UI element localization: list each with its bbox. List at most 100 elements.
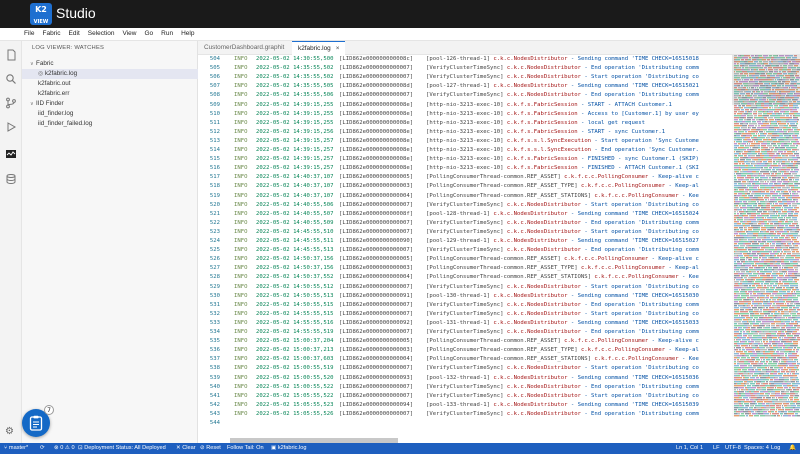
log-file-status[interactable]: ▣ k2fabric.log bbox=[271, 443, 306, 454]
minimap-token bbox=[754, 245, 759, 247]
minimap-token bbox=[792, 337, 794, 339]
language-mode[interactable]: Log bbox=[771, 443, 780, 454]
minimap-token bbox=[734, 411, 736, 413]
minimap-token bbox=[769, 173, 770, 175]
close-icon[interactable]: × bbox=[336, 45, 340, 52]
log-thread: [VerifyClusterTimeSync] c.k.c.NodesDistr… bbox=[426, 383, 699, 390]
run-debug-icon[interactable] bbox=[5, 121, 17, 133]
minimap-token bbox=[771, 187, 774, 189]
menu-run[interactable]: Run bbox=[157, 28, 177, 37]
tree-item-iid-finder-log[interactable]: iid_finder.log bbox=[22, 109, 198, 119]
minimap-token bbox=[787, 125, 788, 127]
minimap-token bbox=[777, 153, 779, 155]
tree-item-k2fabric-log[interactable]: ◎ k2fabric.log bbox=[22, 69, 198, 79]
minimap-token bbox=[760, 135, 764, 137]
minimap-token bbox=[767, 313, 770, 315]
clear-button[interactable]: ✕ Clear bbox=[176, 443, 196, 454]
log-date: 2022-05-02 bbox=[256, 274, 290, 281]
log-editor[interactable]: 504 INFO 2022-05-02 14:30:55,500 [LID862e00… bbox=[198, 55, 800, 443]
minimap-token bbox=[735, 245, 739, 247]
minimap-token bbox=[782, 157, 787, 159]
log-thread: [PollingConsumerThread-common.REF_ASSET_… bbox=[426, 265, 699, 272]
reset-button[interactable]: ⊘ Reset bbox=[200, 443, 221, 454]
search-icon[interactable] bbox=[5, 73, 17, 85]
tree-folder-fabric[interactable]: ∨ Fabric bbox=[22, 59, 198, 69]
minimap-token bbox=[790, 409, 792, 411]
minimap[interactable] bbox=[732, 55, 800, 417]
minimap-token bbox=[747, 193, 750, 195]
minimap-token bbox=[778, 297, 779, 299]
minimap-token bbox=[744, 303, 746, 305]
log-thread: [http-nio-3213-exec-10] c.k.f.s.FabricSe… bbox=[426, 101, 672, 108]
minimap-token bbox=[756, 377, 759, 379]
menu-go[interactable]: Go bbox=[140, 28, 157, 37]
menu-selection[interactable]: Selection bbox=[84, 28, 119, 37]
line-ending[interactable]: LF bbox=[713, 443, 720, 454]
indentation[interactable]: Spaces: 4 bbox=[744, 443, 769, 454]
minimap-token bbox=[776, 113, 778, 115]
tree-folder-iid-finder[interactable]: ∨ IID Finder bbox=[22, 99, 198, 109]
minimap-token bbox=[746, 415, 748, 417]
minimap-token bbox=[773, 357, 774, 359]
notifications-icon[interactable]: 🔔 bbox=[789, 443, 796, 454]
minimap-token bbox=[747, 153, 750, 155]
log-class: c.k.f.c.c.PollingConsumer bbox=[594, 274, 679, 281]
log-time: 14:35:55,502 bbox=[293, 74, 334, 81]
minimap-token bbox=[792, 205, 797, 207]
menu-fabric[interactable]: Fabric bbox=[38, 28, 64, 37]
minimap-token bbox=[754, 141, 755, 143]
minimap-token bbox=[786, 169, 790, 171]
minimap-token bbox=[758, 111, 763, 113]
gear-icon[interactable]: ⚙ bbox=[5, 426, 14, 437]
sync-icon[interactable]: ⟳ bbox=[40, 443, 45, 454]
minimap-token bbox=[741, 239, 743, 241]
minimap-token bbox=[787, 291, 790, 293]
minimap-token bbox=[740, 165, 745, 167]
database-icon[interactable] bbox=[5, 173, 17, 185]
encoding[interactable]: UTF-8 bbox=[725, 443, 741, 454]
minimap-token bbox=[773, 141, 778, 143]
minimap-token bbox=[775, 197, 777, 199]
minimap-token bbox=[743, 141, 745, 143]
minimap-token bbox=[764, 343, 767, 345]
minimap-token bbox=[786, 137, 789, 139]
minimap-token bbox=[769, 403, 773, 405]
tree-item-k2fabric-err[interactable]: k2fabric.err bbox=[22, 89, 198, 99]
menu-file[interactable]: File bbox=[0, 28, 38, 37]
minimap-token bbox=[762, 403, 765, 405]
tab-k2fabric-log[interactable]: k2fabric.log × bbox=[292, 41, 346, 55]
source-control-icon[interactable] bbox=[5, 97, 17, 109]
minimap-token bbox=[778, 181, 782, 183]
log-thread: [PollingConsumerThread-common.REF_ASSET_… bbox=[426, 183, 699, 190]
minimap-token bbox=[753, 293, 756, 295]
minimap-token bbox=[749, 299, 752, 301]
minimap-token bbox=[785, 275, 788, 277]
minimap-token bbox=[791, 161, 793, 163]
minimap-token bbox=[748, 341, 751, 343]
minimap-token bbox=[771, 373, 772, 375]
log-viewer-icon[interactable] bbox=[5, 148, 17, 160]
log-class: c.k.c.NodesDistributor bbox=[506, 365, 581, 372]
menu-view[interactable]: View bbox=[119, 28, 141, 37]
cursor-position[interactable]: Ln 1, Col 1 bbox=[676, 443, 703, 454]
minimap-token bbox=[757, 247, 760, 249]
log-class: c.k.f.s.s.l.SyncExecution bbox=[506, 147, 592, 153]
minimap-token bbox=[785, 237, 788, 239]
minimap-token bbox=[787, 359, 792, 361]
menu-help[interactable]: Help bbox=[177, 28, 198, 37]
minimap-token bbox=[743, 387, 744, 389]
tree-item-k2fabric-out[interactable]: k2fabric.out bbox=[22, 79, 198, 89]
deployment-status[interactable]: ⊡ Deployment Status: All Deployed bbox=[78, 443, 166, 454]
minimap-token bbox=[778, 143, 781, 145]
line-number: 527 bbox=[209, 265, 220, 272]
explorer-icon[interactable] bbox=[5, 49, 17, 61]
follow-tail-toggle[interactable]: Follow Tail: On bbox=[227, 443, 264, 454]
branch-status[interactable]: ⑂ master* bbox=[4, 443, 28, 454]
minimap-token bbox=[750, 207, 753, 209]
tab-customer-dashboard[interactable]: CustomerDashboard.graphit bbox=[198, 41, 290, 55]
minimap-token bbox=[785, 111, 789, 113]
tree-item-iid-finder-failed-log[interactable]: iid_finder_failed.log bbox=[22, 119, 198, 129]
menu-edit[interactable]: Edit bbox=[65, 28, 84, 37]
log-line: 505 INFO 2022-05-02 14:35:55,502 [LID862e00… bbox=[198, 64, 732, 73]
problems-status[interactable]: ⊗ 0 ⚠ 0 bbox=[54, 443, 75, 454]
